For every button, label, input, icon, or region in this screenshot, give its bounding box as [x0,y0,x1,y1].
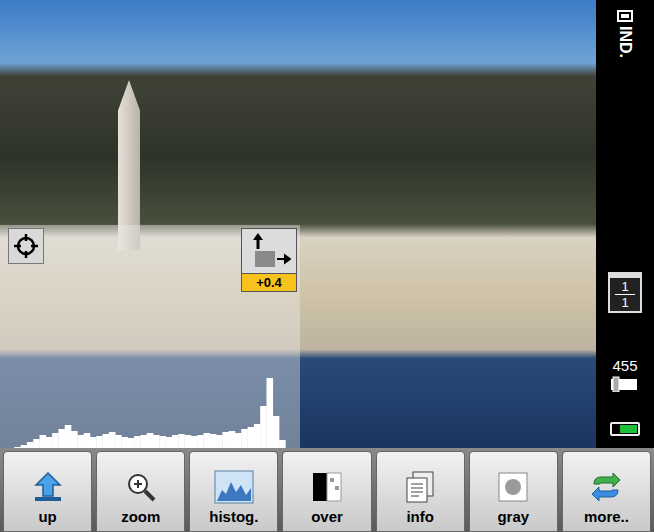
histogram-bar [266,378,273,448]
histogram-bar [147,433,154,448]
histogram-bar [216,435,223,448]
histogram-bar [248,427,255,448]
histogram-bar [65,425,72,448]
main-area: +0.4 IND. 11 455 [0,0,654,448]
histogram-bar [285,448,292,449]
folder-indicator[interactable]: 11 [608,272,642,313]
exposure-graphic [242,229,296,273]
histogram-bar [166,437,173,448]
histogram-chart [8,376,298,448]
histogram-bar [279,440,286,448]
overlay-controls: +0.4 [0,225,300,292]
memory-slider-icon [610,376,640,392]
histogram-bar [109,432,116,448]
image-count: 455 [612,357,637,374]
toolbar-button-label: over [311,508,343,525]
histogram-bar [241,429,248,448]
more-arrows-icon [589,470,623,504]
histogram-bar [71,431,78,448]
histogram-icon [214,470,254,504]
histogram-bar [229,431,236,448]
toolbar-button-label: up [38,508,56,525]
histogram-bar [58,429,65,448]
status-sidebar: IND. 11 455 [596,0,654,448]
histogram-bar [153,435,160,448]
histogram-bar [140,435,147,448]
folder-total: 1 [621,295,628,310]
histogram-bar [84,433,91,448]
histogram-bar [52,433,59,448]
histogram-bar [27,442,34,448]
zoom-icon [124,470,158,504]
histogram-bar [197,435,204,448]
toolbar-button[interactable]: zoom [96,451,185,532]
toolbar-button[interactable]: histog. [189,451,278,532]
toolbar-button-label: histog. [209,508,258,525]
histogram-bar [185,435,192,448]
exposure-arrows-icon [247,231,291,271]
battery-indicator [610,422,640,436]
histogram-bar [96,436,103,448]
histogram-bar [21,445,28,448]
histogram-bar [46,437,53,448]
histogram-bar [115,435,122,448]
grayscale-icon [496,470,530,504]
exposure-box: +0.4 [241,228,297,292]
histogram-bar [191,436,198,448]
overexposure-icon [310,470,344,504]
histogram-bar [260,406,267,448]
histogram-bar [203,433,210,448]
histogram-bar [128,438,135,448]
up-folder-icon [31,470,65,504]
orientation-icon [617,10,633,22]
toolbar-button-label: gray [497,508,529,525]
photo-viewer: +0.4 IND. 11 455 up zoom histog. over info gray mo… [0,0,654,532]
toolbar-button[interactable]: gray [469,451,558,532]
folder-current: 1 [621,279,628,294]
histogram-bar [292,448,298,449]
toolbar-button[interactable]: up [3,451,92,532]
toolbar-button-label: zoom [121,508,160,525]
exposure-reading: +0.4 [242,273,296,291]
histogram-bar [121,437,128,448]
crosshair-icon [13,233,39,259]
toolbar: up zoom histog. over info gray more.. [0,448,654,532]
focus-point-button[interactable] [8,228,44,264]
histogram-bar [40,435,47,448]
histogram-bar [8,448,15,449]
toolbar-button[interactable]: more.. [562,451,651,532]
photo: +0.4 [0,0,596,448]
histogram-bar [172,435,179,448]
battery-fill [620,425,637,433]
histogram-bar [273,416,280,448]
toolbar-button[interactable]: info [376,451,465,532]
histogram-bar [159,436,166,448]
histogram-bar [14,447,21,448]
histogram-bar [178,434,185,448]
histogram-bar [210,434,217,448]
histogram-bar [103,434,110,448]
info-icon [403,470,437,504]
info-overlay: +0.4 [0,225,300,448]
toolbar-button-label: more.. [584,508,629,525]
mode-label: IND. [616,26,634,58]
histogram-bar [77,435,84,448]
toolbar-button[interactable]: over [282,451,371,532]
histogram-bar [33,439,40,448]
toolbar-button-label: info [406,508,434,525]
histogram-bar [222,432,229,448]
histogram-bar [235,433,242,448]
histogram-bar [134,436,141,448]
histogram-bar [254,424,261,448]
histogram-bar [90,437,97,448]
